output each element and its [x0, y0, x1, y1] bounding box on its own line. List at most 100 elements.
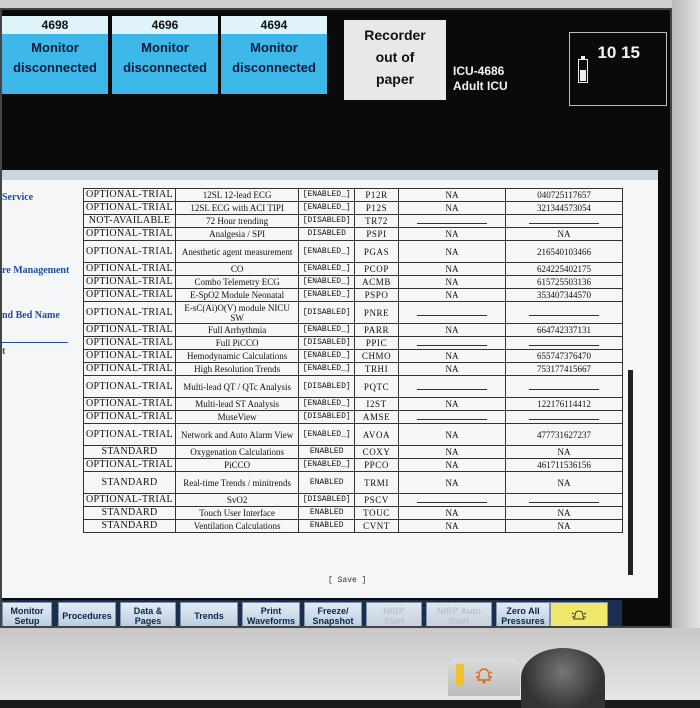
option-key-cell: [397, 410, 507, 424]
option-serial-cell: 122176114412: [505, 397, 623, 411]
option-status-cell: [ENABLED_]: [298, 323, 356, 337]
sidebar-item-t[interactable]: t: [2, 346, 5, 357]
alarm-setup-button[interactable]: [550, 602, 608, 626]
option-name-cell: PiCCO: [174, 458, 300, 472]
empty-entry-line: [529, 340, 600, 346]
soft-key-label-line2: Waveforms: [246, 616, 296, 626]
sidebar-item-service[interactable]: Service: [2, 192, 33, 203]
option-name-cell: CO: [174, 262, 300, 276]
license-type-cell: OPTIONAL-TRIAL: [83, 410, 176, 424]
soft-key-label: Print Waveforms: [247, 606, 295, 626]
license-type-cell: OPTIONAL-TRIAL: [83, 188, 176, 202]
bed-status-line1: Monitor: [31, 40, 79, 55]
save-button[interactable]: [ Save ]: [328, 576, 366, 585]
recorder-line3: paper: [375, 71, 415, 87]
option-serial-cell: NA: [505, 227, 623, 241]
table-row[interactable]: STANDARD Touch User Interface ENABLED TOUC N…: [83, 506, 623, 520]
license-type-cell: OPTIONAL-TRIAL: [83, 240, 176, 263]
option-code-cell: PNRE: [354, 301, 399, 324]
table-row[interactable]: OPTIONAL-TRIAL 12SL ECG with ACI TIPI [ENA…: [83, 201, 623, 215]
empty-entry-line: [529, 384, 600, 390]
option-code-cell: TOUC: [354, 506, 399, 520]
table-scrollbar[interactable]: [628, 370, 633, 575]
option-key-cell: [397, 493, 507, 507]
soft-key-label-line2: Setup: [14, 616, 40, 626]
option-status-cell: [ENABLED_]: [298, 275, 356, 289]
bell-icon: [571, 610, 587, 620]
procedures-button[interactable]: Procedures: [58, 602, 116, 626]
sidebar-item-bed-name[interactable]: nd Bed Name: [2, 310, 60, 321]
alarm-bell-icon: [475, 668, 493, 684]
option-key-cell: NA: [397, 471, 507, 494]
option-status-cell: [ENABLED_]: [298, 397, 356, 411]
option-key-cell: NA: [397, 262, 507, 276]
option-key-cell: NA: [397, 323, 507, 337]
nibp-auto-start-button[interactable]: NIBP Auto Start: [426, 602, 492, 626]
alarm-silence-button[interactable]: [448, 658, 520, 696]
option-name-cell: Multi-lead QT / QTc Analysis: [174, 375, 300, 398]
option-name-cell: E-SpO2 Module Neonatal: [174, 288, 300, 302]
table-row[interactable]: OPTIONAL-TRIAL Combo Telemetry ECG [ENABLE…: [83, 275, 623, 289]
table-row[interactable]: OPTIONAL-TRIAL MuseView [DISABLED] AMSE: [83, 410, 623, 424]
option-key-cell: [397, 375, 507, 398]
option-key-cell: NA: [397, 240, 507, 263]
soft-key-label: NIBP Start: [383, 606, 405, 626]
option-status-cell: [ENABLED_]: [298, 458, 356, 472]
zero-all-pressures-button[interactable]: Zero All Pressures: [496, 602, 550, 626]
empty-entry-line: [417, 384, 487, 390]
table-row[interactable]: OPTIONAL-TRIAL Multi-lead ST Analysis [ENA…: [83, 397, 623, 411]
option-status-cell: [DISABLED]: [298, 301, 356, 324]
trim-knob[interactable]: [521, 648, 605, 708]
table-row[interactable]: OPTIONAL-TRIAL Network and Auto Alarm Vie…: [83, 423, 623, 446]
freeze-snapshot-button[interactable]: Freeze/Snapshot: [304, 602, 362, 626]
table-row[interactable]: OPTIONAL-TRIAL CO [ENABLED_] PCOP NA 62422540…: [83, 262, 623, 276]
option-key-cell: NA: [397, 519, 507, 533]
soft-key-label: Data & Pages: [134, 606, 163, 626]
recorder-line1: Recorder: [364, 27, 426, 43]
bed-tile-4696[interactable]: 4696 Monitor disconnected: [112, 16, 218, 94]
table-row[interactable]: OPTIONAL-TRIAL Full Arrhythmia [ENABLED_] P…: [83, 323, 623, 337]
table-row[interactable]: OPTIONAL-TRIAL Full PiCCO [DISABLED] PPIC: [83, 336, 623, 350]
option-serial-cell: [505, 301, 623, 324]
option-status-cell: ENABLED: [298, 506, 356, 520]
table-row[interactable]: STANDARD Ventilation Calculations ENABLED C…: [83, 519, 623, 533]
option-serial-cell: 753177415667: [505, 362, 623, 376]
table-row[interactable]: OPTIONAL-TRIAL Anesthetic agent measureme…: [83, 240, 623, 263]
option-key-cell: NA: [397, 362, 507, 376]
table-row[interactable]: OPTIONAL-TRIAL Analgesia / SPI DISABLED PSP…: [83, 227, 623, 241]
bed-status-line1: Monitor: [250, 40, 298, 55]
table-row[interactable]: OPTIONAL-TRIAL SvO2 [DISABLED] PSCV: [83, 493, 623, 507]
table-row[interactable]: STANDARD Real-time Trends / minitrends ENA…: [83, 471, 623, 494]
alarm-indicator-light: [456, 664, 464, 686]
option-code-cell: I2ST: [354, 397, 399, 411]
license-type-cell: NOT-AVAILABLE: [83, 214, 176, 228]
nibp-start-button[interactable]: NIBP Start: [366, 602, 422, 626]
option-status-cell: [DISABLED]: [298, 493, 356, 507]
table-row[interactable]: STANDARD Oxygenation Calculations ENABLED C…: [83, 445, 623, 459]
bed-tile-4698[interactable]: 4698 Monitor disconnected: [2, 16, 108, 94]
option-key-cell: NA: [397, 397, 507, 411]
option-code-cell: ACMB: [354, 275, 399, 289]
option-name-cell: Full Arrhythmia: [174, 323, 300, 337]
table-row[interactable]: OPTIONAL-TRIAL E-SpO2 Module Neonatal [ENA…: [83, 288, 623, 302]
table-row[interactable]: OPTIONAL-TRIAL PiCCO [ENABLED_] PPCO NA 46171…: [83, 458, 623, 472]
data-pages-button[interactable]: Data & Pages: [120, 602, 176, 626]
option-code-cell: PSCV: [354, 493, 399, 507]
table-row[interactable]: OPTIONAL-TRIAL E-sC(Ai)O(V) module NICU S…: [83, 301, 623, 324]
table-row[interactable]: NOT-AVAILABLE 72 Hour trending [DISABLED] T…: [83, 214, 623, 228]
monitor-setup-button[interactable]: Monitor Setup: [2, 602, 52, 626]
table-row[interactable]: OPTIONAL-TRIAL Multi-lead QT / QTc Analys…: [83, 375, 623, 398]
sidebar-item-management[interactable]: re Management: [2, 265, 69, 276]
license-type-cell: OPTIONAL-TRIAL: [83, 349, 176, 363]
option-code-cell: PPCO: [354, 458, 399, 472]
recorder-status-message[interactable]: Recorder out of paper: [344, 20, 446, 100]
table-row[interactable]: OPTIONAL-TRIAL High Resolution Trends [ENA…: [83, 362, 623, 376]
soft-key-label-line2: Snapshot: [312, 616, 354, 626]
trends-button[interactable]: Trends: [180, 602, 238, 626]
print-waveforms-button[interactable]: Print Waveforms: [242, 602, 300, 626]
option-code-cell: AMSE: [354, 410, 399, 424]
option-name-cell: 12SL ECG with ACI TIPI: [174, 201, 300, 215]
table-row[interactable]: OPTIONAL-TRIAL Hemodynamic Calculations [E…: [83, 349, 623, 363]
bed-tile-4694[interactable]: 4694 Monitor disconnected: [221, 16, 327, 94]
table-row[interactable]: OPTIONAL-TRIAL 12SL 12-lead ECG [ENABLED_]…: [83, 188, 623, 202]
